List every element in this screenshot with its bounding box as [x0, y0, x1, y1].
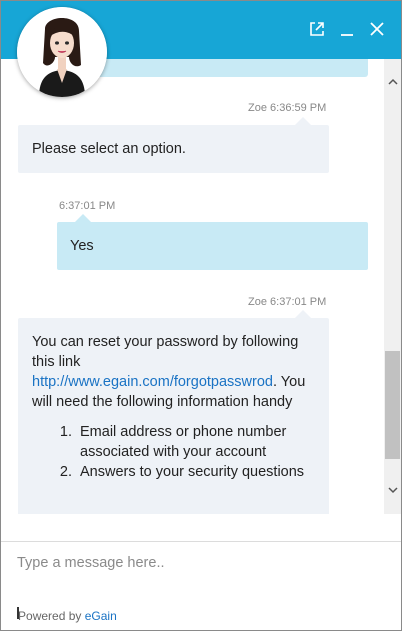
agent-message-bubble: Please select an option. — [18, 117, 329, 173]
close-button[interactable] — [367, 19, 387, 39]
list-item: Answers to your security questions — [76, 462, 315, 482]
scroll-thumb[interactable] — [385, 351, 400, 459]
header-actions — [307, 19, 387, 39]
scrollbar[interactable] — [384, 59, 401, 514]
powered-by-label: owered by — [26, 609, 82, 623]
message-meta: Zoe 6:37:01 PM — [248, 296, 326, 308]
bubble-tail — [75, 214, 91, 222]
minimize-button[interactable] — [337, 19, 357, 39]
scroll-up-button[interactable] — [386, 75, 399, 88]
message-input[interactable] — [17, 549, 385, 577]
bubble-tail — [295, 117, 311, 125]
message-text-part: . — [272, 374, 278, 390]
message-text: Please select an option. — [32, 141, 186, 157]
user-message-bubble: Yes — [57, 214, 368, 270]
message-text-part: You can reset your password by following… — [32, 334, 299, 370]
scroll-down-button[interactable] — [386, 483, 399, 496]
popout-button[interactable] — [307, 19, 327, 39]
timestamp: 6:37:01 PM — [59, 200, 116, 212]
agent-message-bubble: You can reset your password by following… — [18, 310, 329, 514]
close-icon — [370, 22, 384, 36]
message-text: You can reset your password by following… — [32, 332, 315, 412]
powered-by: Powered by eGain — [18, 609, 117, 623]
composer-divider — [1, 541, 401, 542]
minimize-icon — [341, 34, 353, 36]
sender-name: Zoe — [248, 296, 267, 308]
sender-name: Zoe — [248, 102, 267, 114]
chevron-down-icon — [387, 486, 398, 493]
egain-link[interactable]: eGain — [85, 609, 117, 623]
timestamp: 6:36:59 PM — [270, 102, 327, 114]
agent-avatar — [17, 7, 107, 97]
agent-avatar-icon — [17, 7, 107, 97]
list-item: Email address or phone number associated… — [76, 422, 315, 462]
timestamp: 6:37:01 PM — [270, 296, 327, 308]
required-info-list: Email address or phone number associated… — [32, 422, 315, 482]
chevron-up-icon — [387, 78, 398, 85]
forgot-password-link[interactable]: http://www.egain.com/forgotpasswrod — [32, 374, 273, 390]
message-text: Yes — [70, 238, 94, 254]
chat-window: Zoe 6:36:59 PM Please select an option. … — [0, 0, 402, 631]
popout-icon — [310, 22, 324, 36]
text-cursor — [17, 607, 19, 619]
message-meta: Zoe 6:36:59 PM — [248, 102, 326, 114]
bubble-tail — [295, 310, 311, 318]
powered-by-text: P — [18, 609, 27, 623]
message-list[interactable]: Zoe 6:36:59 PM Please select an option. … — [1, 59, 384, 514]
